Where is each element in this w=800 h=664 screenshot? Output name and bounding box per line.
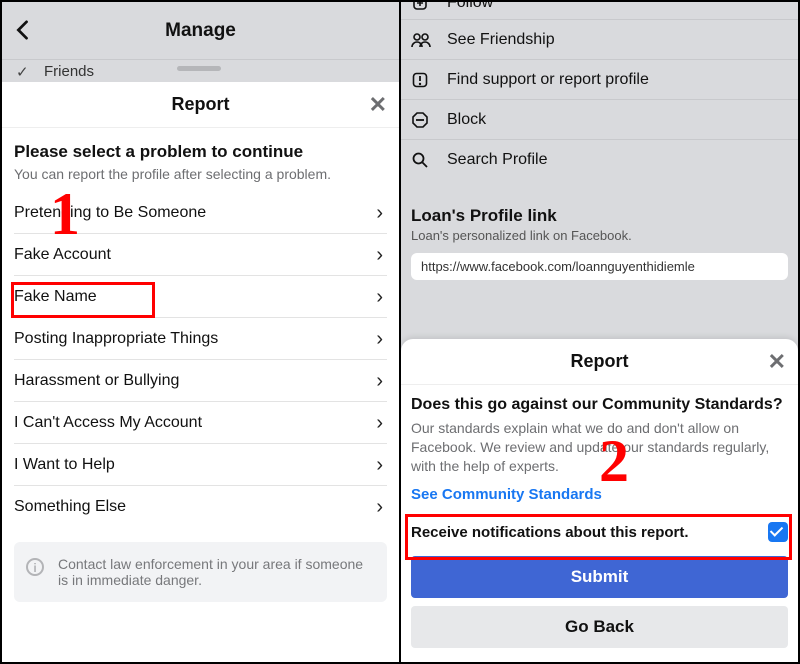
chevron-right-icon: › — [376, 318, 383, 360]
report-title: Report — [172, 94, 230, 115]
option-label: Fake Name — [14, 288, 97, 305]
left-pane: Manage ✓ Friends Report ✕ Please select … — [2, 2, 401, 662]
close-icon[interactable]: ✕ — [768, 349, 786, 375]
chevron-right-icon: › — [376, 360, 383, 402]
option-fake-name[interactable]: Fake Name › — [14, 276, 387, 318]
profile-option-friendship[interactable]: See Friendship — [401, 20, 798, 60]
alert-icon — [411, 71, 433, 89]
notification-label: Receive notifications about this report. — [411, 524, 689, 541]
profile-option-block[interactable]: Block — [401, 100, 798, 140]
option-label: Search Profile — [447, 151, 548, 169]
option-label: Pretending to Be Someone — [14, 204, 206, 221]
chevron-right-icon: › — [376, 234, 383, 276]
option-label: Something Else — [14, 498, 126, 515]
go-back-button[interactable]: Go Back — [411, 606, 788, 648]
cs-description: Our standards explain what we do and don… — [411, 419, 788, 476]
option-label: I Can't Access My Account — [14, 414, 202, 431]
option-harassment[interactable]: Harassment or Bullying › — [14, 360, 387, 402]
goback-label: Go Back — [565, 617, 634, 637]
profile-option-search[interactable]: Search Profile — [401, 140, 798, 180]
report-sheet-header: Report ✕ — [2, 82, 399, 128]
community-standards-block: Does this go against our Community Stand… — [401, 385, 798, 504]
chevron-right-icon: › — [376, 192, 383, 234]
notification-toggle-row[interactable]: Receive notifications about this report. — [401, 504, 798, 550]
option-pretending[interactable]: Pretending to Be Someone › — [14, 192, 387, 234]
option-label: See Friendship — [447, 31, 555, 49]
friends-label: Friends — [44, 63, 94, 80]
option-want-to-help[interactable]: I Want to Help › — [14, 444, 387, 486]
plus-icon — [411, 2, 433, 12]
profile-url[interactable]: https://www.facebook.com/loannguyenthidi… — [411, 253, 788, 280]
nav-title: Manage — [165, 20, 236, 42]
sheet-grabber-icon[interactable] — [177, 66, 221, 71]
right-pane: Follow See Friendship Find support or re… — [401, 2, 798, 662]
prompt-subtitle: You can report the profile after selecti… — [14, 166, 387, 182]
option-label: I Want to Help — [14, 456, 115, 473]
report-sheet-header: Report ✕ — [401, 339, 798, 385]
option-cant-access[interactable]: I Can't Access My Account › — [14, 402, 387, 444]
report-options-list: Pretending to Be Someone› Fake Account› … — [2, 192, 399, 528]
back-icon[interactable] — [14, 20, 30, 40]
prompt-block: Please select a problem to continue You … — [2, 128, 399, 192]
prompt-title: Please select a problem to continue — [14, 142, 387, 162]
chevron-right-icon: › — [376, 486, 383, 528]
friends-row: ✓ Friends — [2, 60, 399, 82]
report-sheet-left: Report ✕ Please select a problem to cont… — [2, 82, 399, 602]
option-inappropriate[interactable]: Posting Inappropriate Things › — [14, 318, 387, 360]
chevron-right-icon: › — [376, 276, 383, 318]
profile-option-follow[interactable]: Follow — [401, 2, 798, 20]
profile-link-sub: Loan's personalized link on Facebook. — [411, 228, 788, 243]
close-icon[interactable]: ✕ — [369, 92, 387, 118]
block-icon — [411, 111, 433, 129]
report-sheet-right: Report ✕ Does this go against our Commun… — [401, 339, 798, 662]
cs-question: Does this go against our Community Stand… — [411, 395, 788, 415]
submit-label: Submit — [571, 567, 629, 587]
option-fake-account[interactable]: Fake Account › — [14, 234, 387, 276]
report-title: Report — [571, 351, 629, 372]
option-label: Posting Inappropriate Things — [14, 330, 218, 347]
option-label: Find support or report profile — [447, 71, 649, 89]
profile-link-title: Loan's Profile link — [411, 206, 788, 226]
search-icon — [411, 151, 433, 169]
profile-link-block: Loan's Profile link Loan's personalized … — [401, 196, 798, 247]
nav-header: Manage — [2, 2, 399, 60]
option-label: Follow — [447, 2, 493, 12]
option-label: Fake Account — [14, 246, 111, 263]
option-label: Harassment or Bullying — [14, 372, 179, 389]
law-notice-text: Contact law enforcement in your area if … — [58, 556, 363, 588]
profile-option-report[interactable]: Find support or report profile — [401, 60, 798, 100]
option-something-else[interactable]: Something Else › — [14, 486, 387, 528]
law-enforcement-notice: i Contact law enforcement in your area i… — [14, 542, 387, 602]
friends-icon — [411, 32, 433, 48]
info-icon: i — [26, 558, 44, 576]
option-label: Block — [447, 111, 486, 129]
submit-button[interactable]: Submit — [411, 556, 788, 598]
checkbox-checked-icon[interactable] — [768, 522, 788, 542]
chevron-right-icon: › — [376, 444, 383, 486]
cs-link[interactable]: See Community Standards — [411, 486, 602, 503]
friends-check-icon: ✓ — [16, 63, 29, 81]
chevron-right-icon: › — [376, 402, 383, 444]
